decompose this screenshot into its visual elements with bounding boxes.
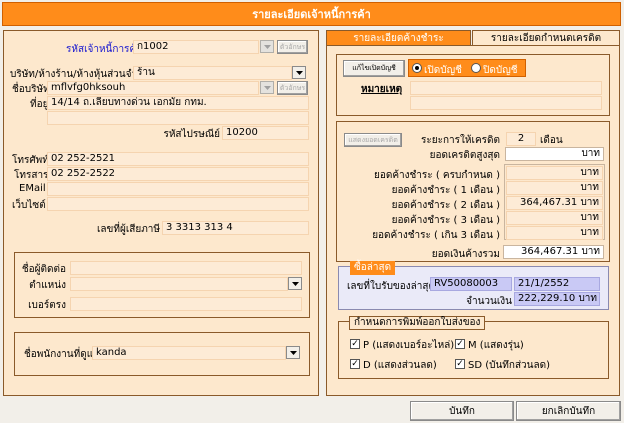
close-account-radio[interactable] [471, 63, 481, 73]
show-credit-button[interactable]: แสดงยอดเครดิต [344, 133, 402, 147]
print-option-p-label: P (แสดงเบอร์อะไหล่) [363, 340, 455, 351]
company-name-field[interactable]: mflvfg0hksouh [47, 81, 259, 95]
website-field[interactable] [47, 197, 309, 211]
website-label: เว็บไซต์ [12, 200, 46, 211]
chevron-down-icon [263, 44, 271, 49]
chevron-down-icon [291, 281, 299, 286]
chevron-down-icon [289, 350, 297, 355]
print-option-m-label: M (แสดงรุ่น) [468, 340, 524, 351]
last-purchase-caption: ซื้อล่าสุด [350, 261, 396, 275]
contact-position-dropdown-button[interactable] [288, 277, 302, 290]
supplier-code-dropdown-button[interactable] [260, 40, 274, 53]
last-amount-label: จำนวนเงิน [466, 296, 512, 307]
outstanding-total-currency: บาท [581, 246, 600, 257]
address-line1-field[interactable]: 14/14 ถ.เลียบทางด่วน เอกมัย กทม. [47, 96, 309, 110]
outstanding-2m-currency: บาท [580, 197, 599, 208]
print-option-sd-label: SD (บันทึกส่วนลด) [468, 360, 551, 371]
outstanding-over3m-currency: บาท [580, 227, 599, 238]
email-label: EMail [19, 183, 46, 194]
outstanding-1m-currency: บาท [580, 182, 599, 193]
outstanding-value-2m: 364,467.31 บาท [506, 196, 603, 210]
tab-credit-terms[interactable]: รายละเอียดกำหนดเครดิต [472, 30, 620, 45]
last-amount-value: 222,229.10 [518, 293, 576, 304]
outstanding-label-2m: ยอดค้างชำระ ( 2 เดือน ) [391, 200, 500, 211]
outstanding-value-1m: บาท [506, 181, 603, 195]
note-field-line2[interactable] [410, 96, 602, 110]
print-option-d-checkbox[interactable]: ✓ [350, 359, 360, 369]
email-field[interactable] [47, 182, 309, 196]
tab-outstanding[interactable]: รายละเอียดค้างชำระ [326, 30, 471, 45]
outstanding-value-due: บาท [506, 166, 603, 180]
supplier-code-label: รหัสเจ้าหนี้การค้า [66, 44, 142, 55]
last-receipt-label: เลขที่ใบรับของล่าสุด [347, 281, 435, 292]
company-name-dropdown-button[interactable] [260, 81, 274, 94]
outstanding-total-field: 364,467.31 บาท [503, 245, 604, 259]
outstanding-total-amount: 364,467.31 [520, 246, 579, 257]
print-option-m-checkbox[interactable]: ✓ [455, 339, 465, 349]
close-account-label: ปิดบัญชี [483, 65, 518, 76]
chevron-down-icon [263, 85, 271, 90]
last-receipt-number: RV50080003 [430, 277, 512, 291]
contact-position-select[interactable] [70, 277, 288, 291]
contact-direct-phone-field[interactable] [70, 297, 302, 311]
credit-max-currency: บาท [581, 148, 600, 159]
credit-term-unit: เดือน [540, 135, 563, 146]
contact-name-field[interactable] [70, 261, 302, 275]
fax-field[interactable]: 02 252-2522 [47, 167, 309, 181]
last-amount-currency: บาท [578, 293, 598, 304]
print-options-caption: กำหนดการพิมพ์ออกใบส่งของ [349, 316, 486, 330]
cancel-save-button[interactable]: ยกเลิกบันทึก [516, 401, 621, 421]
print-option-sd-checkbox[interactable]: ✓ [455, 359, 465, 369]
outstanding-label-1m: ยอดค้างชำระ ( 1 เดือน ) [391, 185, 500, 196]
last-amount-field: 222,229.10 บาท [514, 292, 600, 306]
address-label: ที่อยู่ [30, 99, 49, 110]
outstanding-label-due: ยอดค้างชำระ ( ครบกำหนด ) [373, 170, 500, 181]
address-line2-field[interactable] [47, 111, 309, 125]
company-type-select[interactable]: ร้าน [133, 66, 292, 80]
staff-select[interactable]: kanda [92, 346, 286, 360]
taxid-label: เลขที่ผู้เสียภาษี [96, 224, 160, 235]
company-name-label: ชื่อบริษัท [12, 84, 50, 95]
supplier-code-alpha-button[interactable]: ตัวอักษร [277, 40, 308, 54]
outstanding-value-over3m: บาท [506, 226, 603, 240]
company-name-alpha-button[interactable]: ตัวอักษร [277, 81, 308, 95]
edit-account-button[interactable]: แก้ไขเปิดบัญชี [343, 60, 405, 77]
save-button[interactable]: บันทึก [410, 401, 514, 421]
phone-field[interactable]: 02 252-2521 [47, 152, 309, 166]
contact-direct-phone-label: เบอร์ตรง [28, 300, 66, 311]
phone-label: โทรศัพท์ [12, 155, 49, 166]
fax-label: โทรสาร [14, 170, 49, 181]
company-type-dropdown-button[interactable] [292, 66, 306, 79]
credit-term-field[interactable]: 2 [506, 132, 536, 146]
staff-label: ชื่อพนักงานที่ดูแล [24, 349, 100, 360]
print-option-p-checkbox[interactable]: ✓ [350, 339, 360, 349]
print-option-d-label: D (แสดงส่วนลด) [363, 360, 437, 371]
company-type-label: บริษัท/ห้างร้าน/ห้างหุ้นส่วนจำกัด [10, 69, 150, 80]
contact-position-label: ตำแหน่ง [29, 280, 66, 291]
note-label: หมายเหตุ [361, 84, 403, 95]
credit-term-label: ระยะการให้เครดิต [421, 135, 500, 146]
contact-name-label: ชื่อผู้ติดต่อ [21, 264, 66, 275]
credit-max-label: ยอดเครดิตสูงสุด [429, 150, 500, 161]
outstanding-total-label: ยอดเงินค้างรวม [431, 249, 500, 260]
outstanding-value-3m: บาท [506, 211, 603, 225]
outstanding-2m-amount: 364,467.31 [519, 197, 578, 208]
outstanding-due-currency: บาท [580, 167, 599, 178]
credit-max-field[interactable]: บาท [505, 147, 604, 161]
postcode-label: รหัสไปรษณีย์ [163, 129, 220, 140]
open-account-radio[interactable] [412, 63, 422, 73]
window-title: รายละเอียดเจ้าหนี้การค้า [2, 2, 621, 26]
staff-dropdown-button[interactable] [286, 346, 300, 359]
taxid-field[interactable]: 3 3313 313 4 [162, 221, 309, 235]
open-account-label: เปิดบัญชี [424, 65, 462, 76]
outstanding-label-over3m: ยอดค้างชำระ ( เกิน 3 เดือน ) [372, 230, 500, 241]
postcode-field[interactable]: 10200 [222, 126, 309, 140]
chevron-down-icon [295, 70, 303, 75]
note-field-line1[interactable] [410, 81, 602, 95]
outstanding-label-3m: ยอดค้างชำระ ( 3 เดือน ) [391, 215, 500, 226]
outstanding-3m-currency: บาท [580, 212, 599, 223]
supplier-code-field[interactable]: ก1002 [133, 40, 259, 54]
last-receipt-date: 21/1/2552 [514, 277, 600, 291]
